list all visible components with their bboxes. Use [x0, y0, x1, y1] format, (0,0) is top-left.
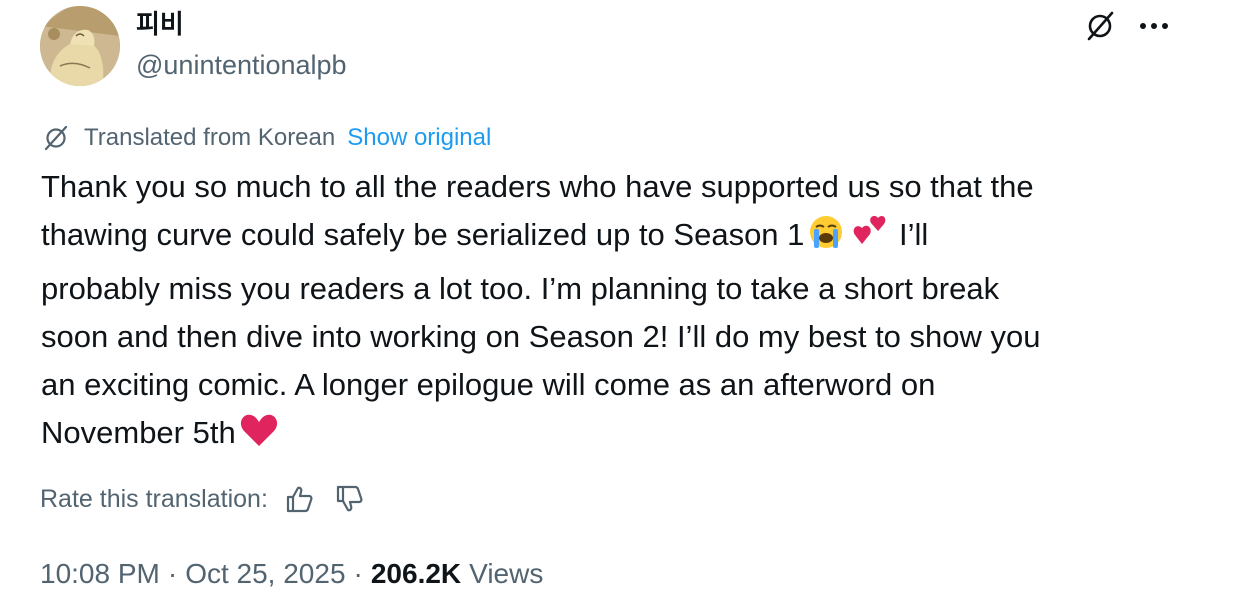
meta-separator: · — [167, 558, 178, 589]
views-count[interactable]: 206.2K — [371, 558, 461, 590]
rate-translation-label: Rate this translation: — [40, 484, 268, 513]
rate-translation: Rate this translation: — [40, 479, 364, 519]
translation-notice: Translated from Korean Show original — [42, 120, 491, 156]
crying-face-emoji-icon — [807, 213, 845, 265]
user-handle[interactable]: @unintentionalpb — [136, 48, 347, 82]
thumbs-up-icon[interactable] — [284, 484, 314, 514]
red-heart-emoji-icon — [239, 411, 279, 463]
translation-notice-text: Translated from Korean — [84, 124, 336, 151]
meta-separator: · — [353, 558, 363, 589]
tweet-date[interactable]: Oct 25, 2025 — [185, 558, 345, 590]
display-name[interactable]: 피비 — [136, 8, 184, 40]
thumbs-down-icon[interactable] — [334, 484, 364, 514]
tweet-text: Thank you so much to all the readers who… — [41, 163, 1201, 463]
show-original-link[interactable]: Show original — [347, 124, 491, 152]
two-hearts-emoji-icon — [851, 213, 887, 265]
top-actions — [1084, 10, 1170, 42]
tweet-time[interactable]: 10:08 PM — [40, 558, 160, 590]
more-options-icon[interactable] — [1138, 21, 1170, 31]
tweet-card: 피비 @unintentionalpb Translated from Kore… — [0, 0, 1238, 602]
tweet-meta: 10:08 PM · Oct 25, 2025 · 206.2K Views — [40, 555, 543, 593]
views-label: Views — [469, 558, 544, 589]
translate-indicator-icon — [42, 124, 70, 152]
avatar[interactable] — [40, 6, 120, 86]
translate-icon[interactable] — [1084, 10, 1116, 42]
avatar-image — [40, 6, 120, 86]
